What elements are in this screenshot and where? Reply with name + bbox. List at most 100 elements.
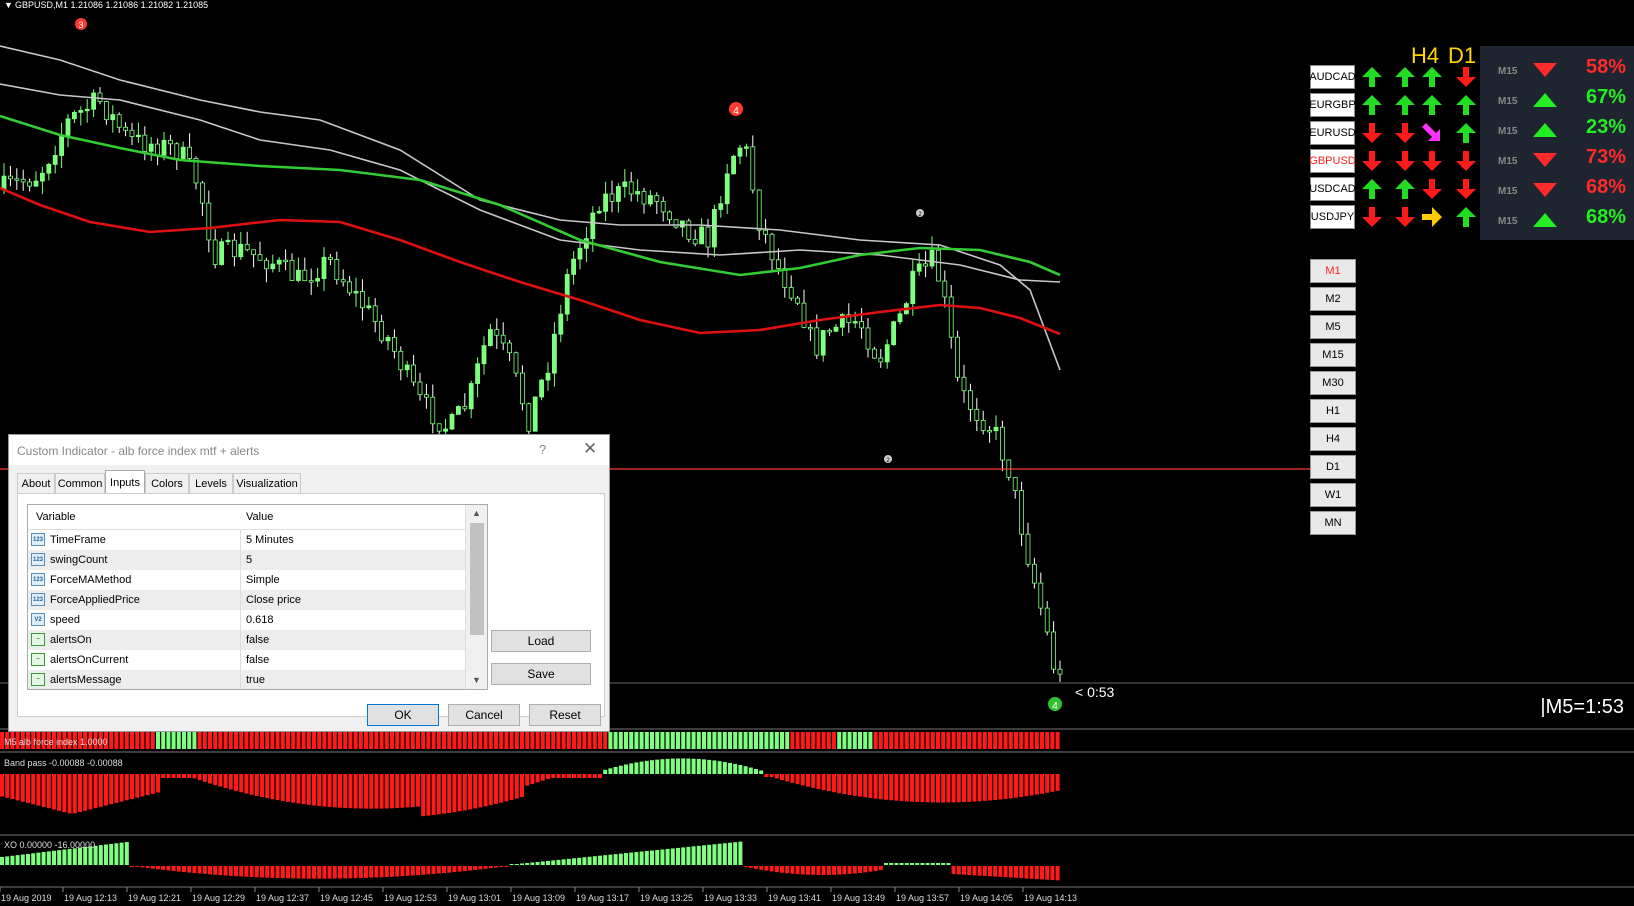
scroll-down-icon[interactable]: ▼	[472, 675, 481, 685]
tab-common[interactable]: Common	[55, 473, 105, 493]
xo-bar	[431, 866, 436, 874]
input-row-swingcount[interactable]: 123 swingCount 5	[28, 550, 465, 570]
variable-value[interactable]: Simple	[246, 574, 280, 586]
timeframe-button-mn[interactable]: MN	[1310, 511, 1356, 535]
scroll-thumb[interactable]	[470, 523, 484, 635]
bandpass-bar	[488, 774, 493, 806]
grid-scrollbar[interactable]: ▲ ▼	[465, 505, 487, 689]
variable-value[interactable]: true	[246, 674, 265, 686]
force-bar	[436, 732, 441, 749]
force-bar	[915, 732, 920, 749]
timeframe-button-h4[interactable]: H4	[1310, 427, 1356, 451]
bandpass-bar	[145, 774, 150, 796]
tab-colors[interactable]: Colors	[145, 473, 189, 493]
xo-bar	[15, 855, 20, 865]
help-button[interactable]: ?	[539, 442, 546, 457]
variable-value[interactable]: false	[246, 634, 269, 646]
variable-value[interactable]: 5 Minutes	[246, 534, 294, 546]
bandpass-bar	[166, 774, 171, 778]
cancel-button[interactable]: Cancel	[448, 704, 520, 726]
input-row-alertsoncurrent[interactable]: ~ alertsOnCurrent false	[28, 650, 465, 670]
symbol-button-usdjpy[interactable]: USDJPY	[1310, 205, 1355, 229]
symbol-button-audcad[interactable]: AUDCAD	[1309, 65, 1356, 89]
force-bar	[998, 732, 1003, 749]
force-bar	[546, 732, 550, 749]
candle-body	[744, 146, 749, 149]
variable-value[interactable]: Close price	[246, 594, 301, 606]
force-bar	[270, 732, 275, 749]
bandpass-bar	[353, 774, 358, 809]
symbol-button-usdcad[interactable]: USDCAD	[1309, 177, 1356, 201]
variable-name: alertsOn	[50, 634, 92, 646]
timeframe-button-m1[interactable]: M1	[1310, 259, 1356, 283]
force-index-histogram	[0, 732, 1060, 749]
xo-bar	[644, 851, 649, 865]
time-label: 19 Aug 13:01	[448, 893, 501, 903]
force-bar	[145, 732, 150, 749]
variable-value[interactable]: 0.618	[246, 614, 274, 626]
input-row-alertsmessage[interactable]: ~ alertsMessage true	[28, 670, 465, 689]
force-bar	[821, 732, 826, 749]
force-bar	[925, 732, 930, 749]
input-row-timeframe[interactable]: 123 TimeFrame 5 Minutes	[28, 530, 465, 550]
xo-bar	[457, 866, 462, 872]
timeframe-button-w1[interactable]: W1	[1310, 483, 1356, 507]
bandpass-bar	[260, 774, 264, 798]
timeframe-button-d1[interactable]: D1	[1310, 455, 1356, 479]
xo-bar	[868, 866, 873, 872]
input-row-forcemamethod[interactable]: 123 ForceMAMethod Simple	[28, 570, 465, 590]
input-row-alertson[interactable]: ~ alertsOn false	[28, 630, 465, 650]
reset-button[interactable]: Reset	[529, 704, 601, 726]
tab-about[interactable]: About	[17, 473, 55, 493]
load-button[interactable]: Load	[491, 630, 591, 652]
candle-body	[635, 191, 640, 195]
xo-bar	[681, 847, 686, 865]
force-bar	[1029, 732, 1034, 749]
ma-green	[0, 114, 1061, 277]
bandpass-bar	[561, 774, 566, 778]
ok-button[interactable]: OK	[367, 704, 439, 726]
triangle-up-icon	[1532, 212, 1558, 233]
tab-inputs[interactable]: Inputs	[105, 470, 145, 494]
force-bar	[920, 732, 925, 749]
timeframe-button-m5[interactable]: M5	[1310, 315, 1356, 339]
save-button[interactable]: Save	[491, 663, 591, 685]
bandpass-bar	[140, 774, 145, 797]
candle-body	[353, 291, 359, 294]
tab-levels[interactable]: Levels	[189, 473, 233, 493]
column-divider	[240, 530, 241, 550]
strength-panel: M15 58% M15 67% M15 23% M15 73% M15 68% M15 68%	[1480, 46, 1634, 240]
input-row-forceappliedprice[interactable]: 123 ForceAppliedPrice Close price	[28, 590, 465, 610]
symbol-button-gbpusd[interactable]: GBPUSD	[1309, 149, 1356, 173]
xo-bar	[270, 866, 275, 878]
xo-bar	[67, 848, 72, 865]
inputs-grid[interactable]: Variable Value 123 TimeFrame 5 Minutes 123 s…	[27, 504, 488, 690]
tab-visualization[interactable]: Visualization	[233, 473, 301, 493]
candle-body	[526, 403, 532, 432]
candle-body	[808, 327, 813, 330]
xo-bar	[426, 866, 431, 875]
variable-value[interactable]: 5	[246, 554, 252, 566]
timeframe-button-m2[interactable]: M2	[1310, 287, 1356, 311]
variable-value[interactable]: false	[246, 654, 269, 666]
timeframe-button-m30[interactable]: M30	[1310, 371, 1356, 395]
bandpass-bar	[1008, 774, 1013, 799]
xo-bar	[899, 863, 904, 865]
bandpass-bar	[93, 774, 98, 809]
xo-bar	[769, 866, 774, 872]
symbol-button-eurusd[interactable]: EURUSD	[1309, 121, 1356, 145]
bandpass-bar	[816, 774, 821, 790]
symbol-button-eurgbp[interactable]: EURGBP	[1309, 93, 1356, 117]
candle-body	[948, 296, 954, 338]
bandpass-bar	[327, 774, 332, 807]
timeframe-button-h1[interactable]: H1	[1310, 399, 1356, 423]
bandpass-bar	[1045, 774, 1050, 793]
input-row-speed[interactable]: V2 speed 0.618	[28, 610, 465, 630]
force-bar	[421, 732, 426, 749]
bandpass-bar	[478, 774, 483, 808]
xo-bar	[1019, 866, 1024, 879]
force-bar	[166, 732, 171, 749]
timeframe-button-m15[interactable]: M15	[1310, 343, 1356, 367]
scroll-up-icon[interactable]: ▲	[472, 508, 481, 518]
close-icon[interactable]: ✕	[583, 439, 597, 459]
